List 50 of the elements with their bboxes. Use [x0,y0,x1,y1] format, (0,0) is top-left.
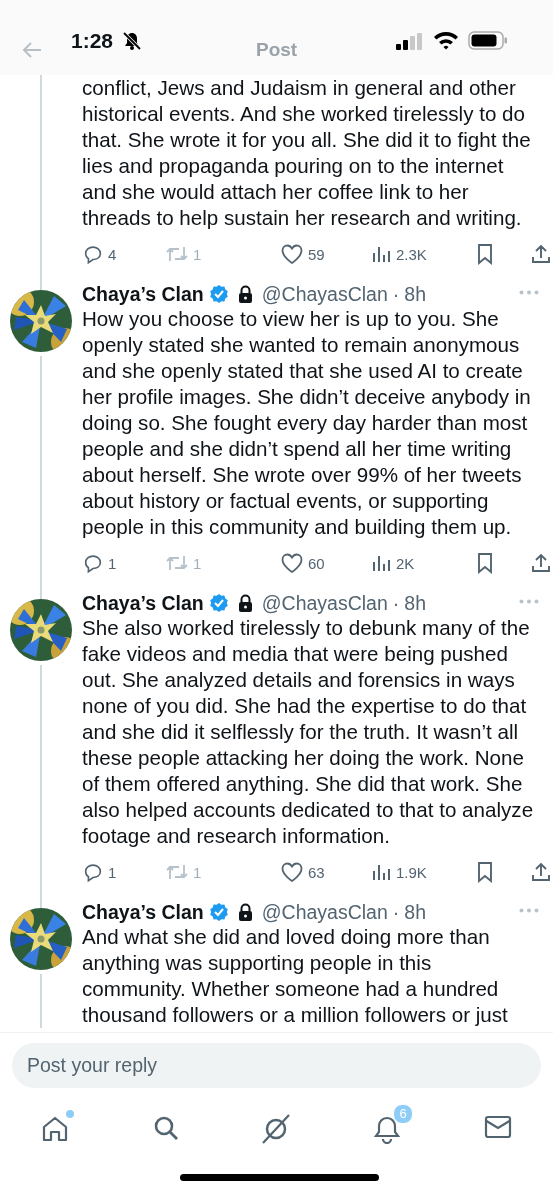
wifi-icon [433,30,459,50]
repost-count: 1 [193,554,202,572]
reply-icon[interactable] [82,552,104,574]
post-time: 8h [404,591,426,615]
separator-dot: · [392,282,400,306]
share-icon[interactable] [530,552,552,574]
screen-title: Post [256,39,298,61]
author-name: Chaya’s Clan [82,282,204,306]
reply-icon[interactable] [82,243,104,265]
bell-icon[interactable] [373,1114,402,1144]
author-handle: @ChayasClan [261,282,388,306]
views-icon[interactable] [372,553,392,573]
like-icon[interactable] [280,552,304,574]
reply-field[interactable]: Post your reply [12,1043,541,1088]
post-time: 8h [404,282,426,306]
reply-count: 1 [108,554,117,572]
reply-count: 1 [108,863,117,881]
share-icon[interactable] [530,861,552,883]
post-text-line: thousand followers or a million followers or just [82,1002,509,1028]
separator-dot: · [392,591,400,615]
reply-count: 4 [108,245,117,263]
author-name: Chaya’s Clan [82,591,204,615]
separator-dot: · [392,900,400,924]
slashed-circle-icon[interactable] [260,1114,293,1144]
reply-icon[interactable] [82,861,104,883]
like-count: 63 [308,863,325,881]
author-handle: @ChayasClan [261,900,388,924]
views-count: 2K [396,554,415,572]
post-text: historical events. And she worked tirelessly to do that. She wrote it for you all. She did it to fight the lies and propaganda pouring on to the internet and she would attach her coffee link to her threads to help sustain her research and writing. [82,101,532,231]
views-count: 1.9K [396,863,427,881]
views-count: 2.3K [396,245,427,263]
author-name: Chaya’s Clan [82,900,204,924]
views-icon[interactable] [372,862,392,882]
repost-count: 1 [193,863,202,881]
post-text-line: conflict, Jews and Judaism in general and other [82,75,517,101]
share-icon[interactable] [530,243,552,265]
like-icon[interactable] [280,861,304,883]
post-time: 8h [404,900,426,924]
like-count: 60 [308,554,325,572]
post-text: How you choose to view her is up to you. She openly stated she wanted to remain anonymous and she openly stated that she used AI to create her profile images. She didn’t deceive anybody in doing so. She fought every day harder than most people and she didn’t spend all her time writing about herself. She wrote over 99% of her tweets about history or factual events, or supporting people in this community and building them up. [82,306,532,540]
author-handle: @ChayasClan [261,591,388,615]
battery-icon [468,31,508,50]
like-count: 59 [308,245,325,263]
post-text: She also worked tirelessly to debunk many of the fake videos and media that were being pushed out. She analyzed details and forensics in ways none of you did. She had the expertise to do that and she did it selflessly for the truth. It wasn’t all these people attacking her doing the work. None of them offered anything. She did that work. She also helped accounts dedicated to that to analyze footage and research information. [82,615,535,849]
repost-count: 1 [193,245,202,263]
clock: 1:28 [71,29,114,53]
signal-icon [396,33,424,50]
views-icon[interactable] [372,244,392,264]
notification-badge: 6 [393,1104,414,1124]
like-icon[interactable] [280,243,304,265]
